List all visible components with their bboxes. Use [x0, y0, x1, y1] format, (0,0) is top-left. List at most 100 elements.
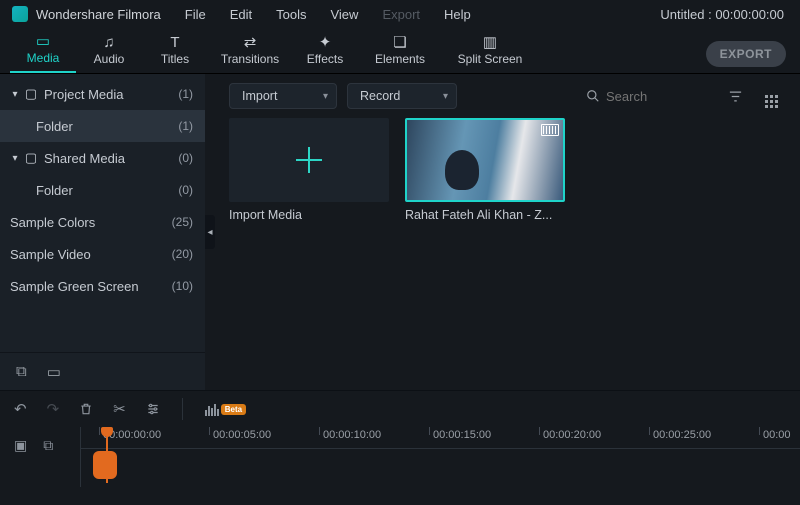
tab-titles-label: Titles	[161, 52, 189, 66]
timeline-clip[interactable]	[93, 451, 117, 479]
menu-bar: Wondershare Filmora File Edit Tools View…	[0, 0, 800, 28]
export-button[interactable]: EXPORT	[706, 41, 786, 67]
tab-audio-label: Audio	[94, 52, 125, 66]
tab-titles[interactable]: T Titles	[142, 27, 208, 73]
import-dropdown[interactable]: Import ▾	[229, 83, 337, 109]
add-folder-icon[interactable]: ⧉	[16, 363, 27, 380]
media-sidebar: ▾ ▢ Project Media (1) Folder (1) ▾ ▢ Sha…	[0, 74, 205, 390]
new-folder-icon[interactable]: ▭	[47, 363, 61, 381]
sidebar-item-count: (1)	[178, 87, 193, 101]
sidebar-item-label: Sample Green Screen	[10, 279, 172, 294]
sidebar-item-label: Sample Colors	[10, 215, 172, 230]
timeline-options-icon[interactable]: ▣	[14, 437, 27, 454]
sidebar-item-label: Folder	[36, 183, 178, 198]
search-icon	[586, 89, 600, 103]
sidebar-item-sample-video[interactable]: Sample Video (20)	[0, 238, 205, 270]
tab-audio[interactable]: ♫ Audio	[76, 27, 142, 73]
timeline-toolbar: ↶ ↷ ✂ Beta	[0, 391, 800, 427]
folder-icon: ▢	[22, 86, 40, 102]
menu-tools[interactable]: Tools	[264, 7, 318, 22]
sparkle-icon: ✦	[319, 35, 332, 50]
ruler-tick-label: 00:00:00:00	[103, 429, 161, 441]
ruler-tick-label: 00:00:10:00	[323, 429, 381, 441]
media-tree: ▾ ▢ Project Media (1) Folder (1) ▾ ▢ Sha…	[0, 74, 205, 352]
split-screen-icon: ▥	[483, 35, 497, 50]
import-media-card[interactable]: Import Media	[229, 118, 389, 222]
ruler-tick-label: 00:00:20:00	[543, 429, 601, 441]
menu-export: Export	[370, 7, 432, 22]
transition-icon: ⇄	[244, 35, 257, 50]
sidebar-item-count: (0)	[178, 183, 193, 197]
sidebar-item-label: Project Media	[44, 87, 178, 102]
app-logo-icon	[12, 6, 28, 22]
media-clip-caption: Rahat Fateh Ali Khan - Z...	[405, 208, 565, 222]
undo-icon[interactable]: ↶	[14, 400, 27, 418]
sidebar-item-sample-colors[interactable]: Sample Colors (25)	[0, 206, 205, 238]
sidebar-collapse-handle[interactable]: ◂	[205, 215, 215, 249]
tab-effects[interactable]: ✦ Effects	[292, 27, 358, 73]
chevron-down-icon: ▾	[443, 91, 448, 102]
chevron-down-icon: ▾	[323, 91, 328, 102]
sidebar-item-label: Shared Media	[44, 151, 178, 166]
tab-media[interactable]: ▭ Media	[10, 27, 76, 73]
split-icon[interactable]: ✂	[113, 400, 126, 418]
audio-beta-button[interactable]: Beta	[205, 402, 241, 416]
plus-icon	[296, 147, 322, 173]
primary-tabs: ▭ Media ♫ Audio T Titles ⇄ Transitions ✦…	[0, 28, 800, 74]
folder-icon: ▭	[36, 34, 50, 49]
delete-icon[interactable]	[79, 402, 93, 416]
equalizer-icon	[205, 402, 219, 416]
elements-icon: ❏	[393, 35, 406, 50]
media-toolbar: Import ▾ Record ▾	[205, 74, 800, 118]
tab-elements[interactable]: ❏ Elements	[358, 27, 442, 73]
search-field[interactable]	[606, 89, 686, 104]
sidebar-item-project-media[interactable]: ▾ ▢ Project Media (1)	[0, 78, 205, 110]
sidebar-item-shared-media[interactable]: ▾ ▢ Shared Media (0)	[0, 142, 205, 174]
ruler-tick-label: 00:00:25:00	[653, 429, 711, 441]
filter-icon[interactable]	[722, 89, 749, 104]
video-badge-icon	[541, 124, 559, 136]
text-icon: T	[170, 35, 179, 50]
folder-icon: ▢	[22, 150, 40, 166]
import-media-thumb[interactable]	[229, 118, 389, 202]
menu-edit[interactable]: Edit	[218, 7, 264, 22]
import-dropdown-label: Import	[242, 89, 277, 103]
tab-split-label: Split Screen	[458, 52, 523, 66]
ruler-tick-label: 00:00:15:00	[433, 429, 491, 441]
tab-transitions-label: Transitions	[221, 52, 279, 66]
sidebar-item-folder[interactable]: Folder (0)	[0, 174, 205, 206]
media-panel: Import ▾ Record ▾	[205, 74, 800, 390]
media-grid: Import Media Rahat Fateh Ali Khan - Z...	[205, 118, 800, 390]
media-clip-thumb[interactable]	[405, 118, 565, 202]
chevron-down-icon: ▾	[8, 153, 22, 164]
record-dropdown[interactable]: Record ▾	[347, 83, 457, 109]
app-title: Wondershare Filmora	[36, 7, 161, 22]
tab-media-label: Media	[27, 51, 60, 65]
adjust-icon[interactable]	[146, 402, 160, 416]
menu-view[interactable]: View	[318, 7, 370, 22]
chevron-down-icon: ▾	[8, 89, 22, 100]
music-note-icon: ♫	[103, 35, 114, 50]
link-icon[interactable]: ⧉	[43, 437, 53, 454]
sidebar-item-sample-green-screen[interactable]: Sample Green Screen (10)	[0, 270, 205, 302]
sidebar-item-folder[interactable]: Folder (1)	[0, 110, 205, 142]
search-input[interactable]	[582, 83, 712, 109]
sidebar-item-label: Sample Video	[10, 247, 172, 262]
sidebar-footer: ⧉ ▭	[0, 352, 205, 390]
ruler-tick-label: 00:00:05:00	[213, 429, 271, 441]
project-title: Untitled : 00:00:00:00	[660, 7, 788, 22]
tab-transitions[interactable]: ⇄ Transitions	[208, 27, 292, 73]
timeline-ruler[interactable]: 00:00:00:00 00:00:05:00 00:00:10:00 00:0…	[81, 427, 800, 449]
timeline-track[interactable]: 00:00:00:00 00:00:05:00 00:00:10:00 00:0…	[80, 427, 800, 487]
import-media-caption: Import Media	[229, 208, 389, 222]
media-clip-card[interactable]: Rahat Fateh Ali Khan - Z...	[405, 118, 565, 222]
tab-split-screen[interactable]: ▥ Split Screen	[442, 27, 538, 73]
menu-file[interactable]: File	[173, 7, 218, 22]
redo-icon[interactable]: ↷	[47, 400, 60, 418]
beta-badge: Beta	[221, 404, 246, 415]
tab-elements-label: Elements	[375, 52, 425, 66]
grid-view-icon[interactable]	[759, 85, 784, 108]
workspace: ▾ ▢ Project Media (1) Folder (1) ▾ ▢ Sha…	[0, 74, 800, 390]
menu-help[interactable]: Help	[432, 7, 483, 22]
tab-effects-label: Effects	[307, 52, 343, 66]
